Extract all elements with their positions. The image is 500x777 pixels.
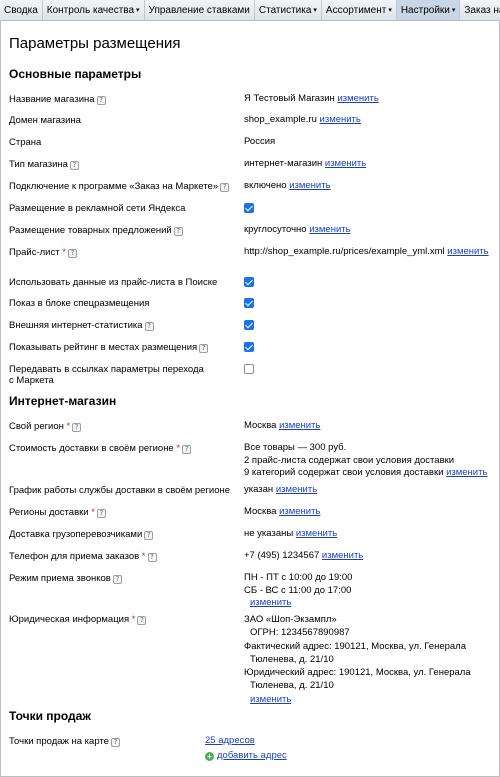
nav-item-settings[interactable]: Настройки ▾ [396,0,461,20]
change-carriers-link[interactable]: изменить [296,528,337,539]
pricelist-value: http://shop_example.ru/prices/example_ym… [244,246,489,257]
domain-label: Домен магазина [9,115,81,126]
use-in-search-label: Использовать данные из прайс-листа в Пои… [9,277,218,288]
nav-item-summary[interactable]: Сводка [0,0,43,20]
addresses-count-link[interactable]: 25 адресов [205,735,255,746]
market-order-label: Подключение к программе «Заказ на Маркет… [9,181,241,192]
change-calls-link[interactable]: изменить [250,597,291,608]
nav-item-label: Настройки [400,4,450,16]
change-domain-link[interactable]: изменить [320,114,361,125]
change-delivery-regions-link[interactable]: изменить [279,506,320,517]
delivery-schedule-label: График работы службы доставки в своём ре… [9,485,231,496]
phone-value: +7 (495) 1234567 изменить [244,550,364,561]
nav-item-label: Управление ставками [148,4,250,16]
help-icon[interactable]: ? [112,575,122,584]
ext-stats-checkbox[interactable] [244,320,254,330]
delivery-regions-value: Москва изменить [244,506,321,517]
help-icon[interactable]: ? [67,249,77,258]
special-block-label: Показ в блоке спецразмещения [9,298,150,309]
nav-item-label: Контроль качества [46,4,135,16]
region-value: Москва изменить [244,420,321,431]
change-delivery-cost-link[interactable]: изменить [446,467,487,478]
nav-item-label: Заказ на Маркете [464,4,500,16]
nav-item-market-order[interactable]: Заказ на Маркете▾ [460,0,500,20]
carriers-label: Доставка грузоперевозчиками? [9,529,241,540]
shop-type-value: интернет-магазин изменить [244,158,367,169]
help-icon[interactable]: ? [147,553,157,562]
show-rating-label: Показывать рейтинг в местах размещения? [9,342,241,353]
delivery-cost-value: Все товары — 300 руб. 2 прайс-листа соде… [244,442,488,478]
add-address-link[interactable]: добавить адрес [217,750,287,761]
help-icon[interactable]: ? [199,344,209,353]
show-rating-checkbox[interactable] [244,342,254,352]
delivery-schedule-value: указан изменить [244,484,318,495]
dropdown-arrow-icon: ▾ [136,7,140,14]
use-in-search-checkbox[interactable] [244,277,254,287]
market-order-value: включено изменить [244,180,331,191]
nav-item-label: Ассортимент [325,4,387,16]
nav-item-bid-management[interactable]: Управление ставками [145,0,255,20]
help-icon[interactable]: ? [220,183,230,192]
section-title-basic: Основные параметры [9,67,142,81]
change-delivery-schedule-link[interactable]: изменить [276,484,317,495]
shop-type-label: Тип магазина? [9,159,241,170]
delivery-regions-label: Регионы доставки *? [9,507,241,518]
help-icon[interactable]: ? [173,227,183,236]
change-pricelist-link[interactable]: изменить [447,246,488,257]
help-icon[interactable]: ? [144,531,154,540]
nav-item-quality-control[interactable]: Контроль качества ▾ [43,0,145,20]
country-label: Страна [9,137,42,148]
change-shop-type-link[interactable]: изменить [325,158,366,169]
points-map-value: 25 адресов + добавить адрес [205,735,455,762]
top-navigation: Сводка Контроль качества ▾ Управление ста… [0,0,500,21]
pass-params-label: Передавать в ссылках параметры перехода с… [9,364,204,386]
page-title: Параметры размещения [9,35,181,52]
change-legal-link[interactable]: изменить [250,694,291,705]
help-icon[interactable]: ? [96,509,106,518]
change-market-order-link[interactable]: изменить [289,180,330,191]
nav-item-statistics[interactable]: Статистика ▾ [255,0,322,20]
yandex-ads-label: Размещение в рекламной сети Яндекса [9,203,186,214]
legal-value: ЗАО «Шоп-Экзампл» ОГРН: 1234567890987 Фа… [244,614,471,705]
pricelist-label: Прайс-лист *? [9,247,241,258]
nav-item-assortment[interactable]: Ассортимент ▾ [322,0,397,20]
shop-name-label: Название магазина? [9,94,241,105]
dropdown-arrow-icon: ▾ [388,7,392,14]
legal-label: Юридическая информация *? [9,614,241,625]
offers-value: круглосуточно изменить [244,224,351,235]
domain-value: shop_example.ru изменить [244,114,361,125]
pass-params-checkbox[interactable] [244,364,254,374]
help-icon[interactable]: ? [182,445,192,454]
help-icon[interactable]: ? [72,423,82,432]
country-value: Россия [244,136,276,147]
dropdown-arrow-icon: ▾ [451,7,456,14]
section-title-shop: Интернет-магазин [9,394,117,408]
yandex-ads-checkbox[interactable] [244,203,254,213]
shop-name-value: Я Тестовый Магазин изменить [244,93,379,104]
change-region-link[interactable]: изменить [279,420,320,431]
phone-label: Телефон для приема заказов *? [9,551,241,562]
help-icon[interactable]: ? [96,96,106,105]
ext-stats-label: Внешняя интернет-статистика? [9,320,241,331]
help-icon[interactable]: ? [144,322,154,331]
nav-item-label: Статистика [258,4,312,16]
help-icon[interactable]: ? [69,161,79,170]
carriers-value: не указаны изменить [244,528,338,539]
calls-value: ПН - ПТ с 10:00 до 19:00 СБ - ВС с 11:00… [244,572,353,608]
dropdown-arrow-icon: ▾ [313,7,317,14]
nav-item-label: Сводка [4,4,38,16]
offers-label: Размещение товарных предложений? [9,225,241,236]
add-icon: + [205,751,214,761]
delivery-cost-label: Стоимость доставки в своём регионе *? [9,443,241,454]
special-block-checkbox[interactable] [244,298,254,308]
change-phone-link[interactable]: изменить [322,550,363,561]
region-label: Свой регион *? [9,421,241,432]
section-title-points: Точки продаж [9,709,91,723]
help-icon[interactable]: ? [110,738,120,747]
change-shop-name-link[interactable]: изменить [337,93,378,104]
help-icon[interactable]: ? [137,616,147,625]
calls-label: Режим приема звонков? [9,573,241,584]
change-offers-link[interactable]: изменить [309,224,350,235]
